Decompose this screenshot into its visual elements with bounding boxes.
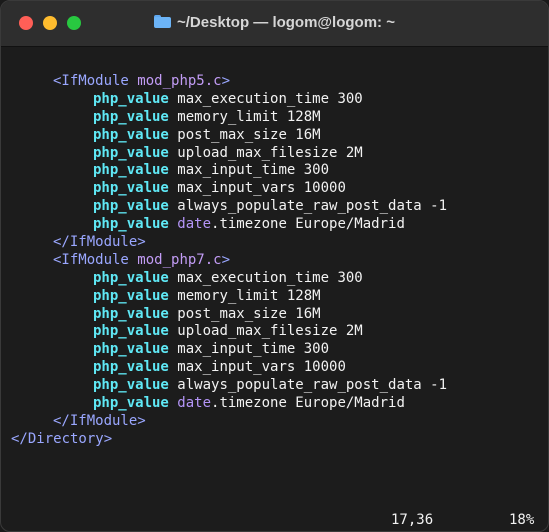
code-line-ifmodule-open: <IfModule mod_php5.c> [1,73,548,91]
terminal-content[interactable]: <IfModule mod_php5.c> php_value max_exec… [1,47,548,531]
code-line-directive: php_value upload_max_filesize 2M [1,145,548,163]
directive-text: always_populate_raw_post_data -1 [177,377,448,394]
module-name: mod_php7.c [137,251,222,268]
keyword: php_value [93,162,169,179]
keyword: php_value [93,198,169,215]
directive-text: memory_limit 128M [177,287,321,304]
keyword: php_value [93,126,169,143]
directive-text: max_input_time 300 [177,162,330,179]
directive-text: .timezone Europe/Madrid [211,395,405,412]
code-line-directive: php_value memory_limit 128M [1,109,548,127]
cursor-position: 17,36 [391,512,434,528]
code-lines: <IfModule mod_php5.c> php_value max_exec… [1,73,548,449]
code-line-ifmodule-close: </IfModule> [1,413,548,431]
directive-text: max_execution_time 300 [177,90,363,107]
code-line-directive: php_value post_max_size 16M [1,127,548,145]
module-name: mod_php5.c [137,73,222,89]
directive-text: upload_max_filesize 2M [177,144,363,161]
title-bar[interactable]: ~/Desktop — logom@logom: ~ [1,1,548,47]
code-line-directive: php_value max_execution_time 300 [1,91,548,109]
code-line-directory-close: </Directory> [1,431,548,449]
code-line-directive: php_value date.timezone Europe/Madrid [1,216,548,234]
code-line-ifmodule-close: </IfModule> [1,234,548,252]
code-line-directive: php_value always_populate_raw_post_data … [1,198,548,216]
directive-text: max_input_vars 10000 [177,359,346,376]
directive-text: post_max_size 16M [177,126,321,143]
directive-text: max_execution_time 300 [177,269,363,286]
directive-text: max_input_vars 10000 [177,180,346,197]
keyword: php_value [93,180,169,197]
keyword: php_value [93,323,169,340]
keyword: php_value [93,90,169,107]
directive-prefix: date [177,216,212,233]
tag-open: <IfModule [53,251,129,268]
directive-text: .timezone Europe/Madrid [211,216,405,233]
terminal-window: ~/Desktop — logom@logom: ~ <IfModule mod… [0,0,549,532]
directive-text: memory_limit 128M [177,108,321,125]
keyword: php_value [93,377,169,394]
keyword: php_value [93,216,169,233]
code-line-directive: php_value date.timezone Europe/Madrid [1,395,548,413]
directive-text: always_populate_raw_post_data -1 [177,198,448,215]
code-line-directive: php_value max_execution_time 300 [1,270,548,288]
code-line-directive: php_value post_max_size 16M [1,306,548,324]
keyword: php_value [93,305,169,322]
tag-close: </Directory> [11,430,113,447]
scroll-percent: 18% [509,512,535,528]
tag-bracket: > [221,251,231,268]
code-line-directive: php_value upload_max_filesize 2M [1,323,548,341]
directive-text: max_input_time 300 [177,341,330,358]
code-line-ifmodule-open: <IfModule mod_php7.c> [1,252,548,270]
code-line-directive: php_value max_input_time 300 [1,162,548,180]
keyword: php_value [93,359,169,376]
window-title: ~/Desktop — logom@logom: ~ [177,14,395,31]
directive-text: post_max_size 16M [177,305,321,322]
keyword: php_value [93,341,169,358]
code-line-directive: php_value max_input_vars 10000 [1,180,548,198]
code-line-directive: php_value always_populate_raw_post_data … [1,377,548,395]
tag-close: </IfModule> [53,234,146,251]
directive-text: upload_max_filesize 2M [177,323,363,340]
folder-icon [154,15,171,28]
window-title-wrap: ~/Desktop — logom@logom: ~ [1,14,548,31]
tag-bracket: > [221,73,231,89]
keyword: php_value [93,108,169,125]
keyword: php_value [93,269,169,286]
code-line-directive: php_value max_input_time 300 [1,341,548,359]
keyword: php_value [93,144,169,161]
keyword: php_value [93,395,169,412]
directive-prefix: date [177,395,212,412]
tag-open: <IfModule [53,73,129,89]
tag-close: </IfModule> [53,412,146,429]
keyword: php_value [93,287,169,304]
code-line-directive: php_value memory_limit 128M [1,288,548,306]
code-line-directive: php_value max_input_vars 10000 [1,359,548,377]
